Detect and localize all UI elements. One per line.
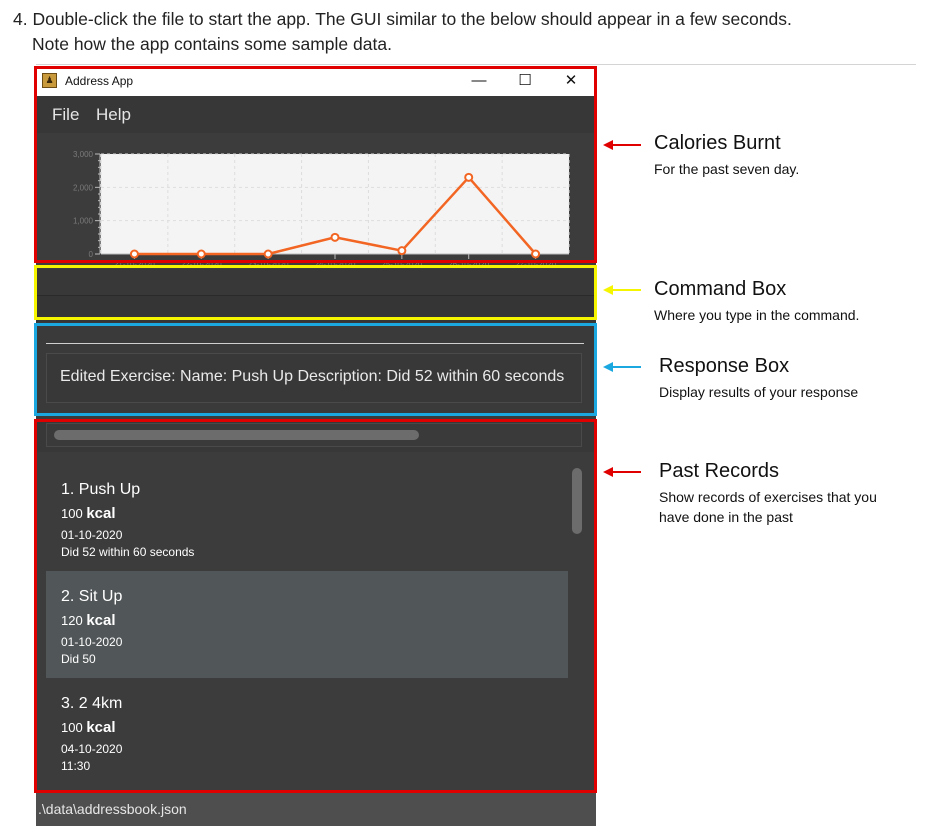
calories-annotation-title: Calories Burnt bbox=[654, 132, 781, 154]
arrow-left-icon bbox=[603, 362, 641, 372]
past-annotation-title: Past Records bbox=[659, 460, 780, 482]
arrow-left-icon bbox=[603, 285, 641, 295]
response-highlight-frame bbox=[34, 323, 597, 416]
instruction-line-1: 4. Double-click the file to start the ap… bbox=[13, 9, 792, 29]
command-annotation-subtitle: Where you type in the command. bbox=[654, 307, 860, 323]
arrow-left-icon bbox=[603, 467, 641, 477]
command-highlight-frame bbox=[34, 265, 597, 320]
calories-annotation-subtitle: For the past seven day. bbox=[654, 161, 800, 177]
status-bar: .\data\addressbook.json bbox=[36, 793, 596, 826]
instruction-line-2: Note how the app contains some sample da… bbox=[32, 34, 392, 54]
records-highlight-frame bbox=[34, 419, 597, 793]
command-annotation-title: Command Box bbox=[654, 278, 787, 300]
past-annotation-subtitle-2: have done in the past bbox=[659, 509, 793, 525]
response-annotation-title: Response Box bbox=[659, 355, 790, 377]
calories-highlight-frame bbox=[34, 66, 597, 263]
divider bbox=[36, 64, 916, 65]
arrow-left-icon bbox=[603, 140, 641, 150]
past-annotation-subtitle-1: Show records of exercises that you bbox=[659, 489, 877, 505]
response-annotation-subtitle: Display results of your response bbox=[659, 384, 859, 400]
data-file-path: .\data\addressbook.json bbox=[38, 801, 187, 817]
instruction-text: 4. Double-click the file to start the ap… bbox=[13, 7, 792, 57]
